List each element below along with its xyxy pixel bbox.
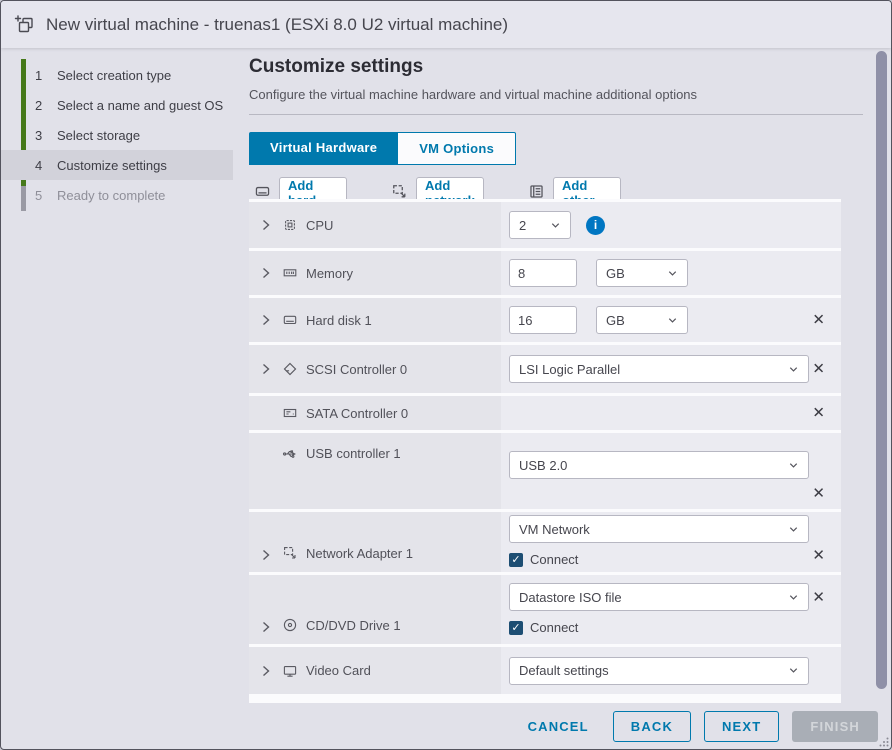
tab-vm-options[interactable]: VM Options — [398, 132, 516, 165]
new-vm-dialog: New virtual machine - truenas1 (ESXi 8.0… — [0, 0, 892, 750]
row-label: SCSI Controller 0 — [306, 362, 407, 377]
row-cd-dvd-drive-1: CD/DVD Drive 1 Datastore ISO file Connec… — [249, 575, 841, 644]
row-label: USB controller 1 — [306, 446, 401, 461]
cd-dvd-icon — [282, 617, 299, 633]
expand-chevron-icon[interactable] — [261, 549, 275, 561]
dialog-titlebar: New virtual machine - truenas1 (ESXi 8.0… — [1, 1, 891, 48]
info-icon[interactable]: i — [586, 216, 605, 235]
chevron-down-icon — [667, 315, 678, 326]
finish-button: FINISH — [792, 711, 878, 742]
vertical-scrollbar-thumb[interactable] — [876, 51, 887, 689]
expand-chevron-icon[interactable] — [261, 665, 275, 677]
virtual-hardware-table: CPU 2 i — [249, 199, 841, 703]
network-adapter-icon — [391, 183, 408, 200]
row-hard-disk-1: Hard disk 1 GB ✕ — [249, 298, 841, 342]
back-button[interactable]: BACK — [613, 711, 691, 742]
expand-chevron-icon[interactable] — [261, 621, 275, 633]
memory-icon — [282, 265, 299, 281]
cpu-icon — [282, 217, 299, 233]
row-video-card: Video Card Default settings — [249, 647, 841, 694]
step-customize-settings[interactable]: 4 Customize settings — [1, 150, 233, 180]
remove-device-icon[interactable]: ✕ — [812, 548, 825, 563]
next-button[interactable]: NEXT — [704, 711, 779, 742]
window-title: New virtual machine - truenas1 (ESXi 8.0… — [46, 15, 508, 35]
row-label: SATA Controller 0 — [306, 406, 408, 421]
row-memory: Memory GB — [249, 251, 841, 295]
row-label: CPU — [306, 218, 333, 233]
step-select-storage[interactable]: 3 Select storage — [1, 120, 239, 150]
chevron-down-icon — [667, 268, 678, 279]
row-label: Memory — [306, 266, 353, 281]
row-sata-controller-0: SATA Controller 0 ✕ — [249, 396, 841, 430]
chevron-down-icon — [788, 592, 799, 603]
row-label: Video Card — [306, 663, 371, 678]
memory-size-input[interactable] — [509, 259, 577, 287]
tab-virtual-hardware[interactable]: Virtual Hardware — [249, 132, 398, 165]
step-select-creation-type[interactable]: 1 Select creation type — [1, 60, 239, 90]
cpu-count-select[interactable]: 2 — [509, 211, 571, 239]
disk-size-input[interactable] — [509, 306, 577, 334]
remove-device-icon[interactable]: ✕ — [812, 590, 825, 605]
step-select-name-guest-os[interactable]: 2 Select a name and guest OS — [1, 90, 239, 120]
network-select[interactable]: VM Network — [509, 515, 809, 543]
chevron-down-icon — [788, 665, 799, 676]
row-label: CD/DVD Drive 1 — [306, 618, 401, 633]
chevron-down-icon — [788, 460, 799, 471]
cd-media-select[interactable]: Datastore ISO file — [509, 583, 809, 611]
row-label: Network Adapter 1 — [306, 546, 413, 561]
chevron-down-icon — [550, 220, 561, 231]
network-adapter-icon — [282, 545, 299, 561]
dialog-footer: CANCEL BACK NEXT FINISH — [1, 703, 891, 749]
settings-tabs: Virtual Hardware VM Options — [249, 132, 516, 165]
expand-chevron-icon[interactable] — [261, 363, 275, 375]
resize-handle-icon[interactable] — [879, 737, 889, 747]
other-device-icon — [528, 183, 545, 200]
memory-unit-select[interactable]: GB — [596, 259, 688, 287]
sata-controller-icon — [282, 405, 299, 421]
connect-checkbox[interactable] — [509, 553, 523, 567]
page-title: Customize settings — [249, 56, 423, 78]
usb-version-select[interactable]: USB 2.0 — [509, 451, 809, 479]
scsi-controller-icon — [282, 361, 299, 377]
remove-device-icon[interactable]: ✕ — [812, 313, 825, 328]
expand-chevron-icon[interactable] — [261, 267, 275, 279]
scsi-controller-select[interactable]: LSI Logic Parallel — [509, 355, 809, 383]
usb-controller-icon — [282, 446, 299, 462]
hard-disk-icon — [282, 312, 299, 328]
wizard-steps-sidebar: 1 Select creation type 2 Select a name a… — [1, 48, 239, 703]
remove-device-icon[interactable]: ✕ — [812, 486, 825, 501]
row-label: Hard disk 1 — [306, 313, 372, 328]
expand-chevron-icon[interactable] — [261, 219, 275, 231]
add-vm-icon — [14, 14, 36, 36]
chevron-down-icon — [788, 524, 799, 535]
chevron-down-icon — [788, 364, 799, 375]
video-card-select[interactable]: Default settings — [509, 657, 809, 685]
cancel-button[interactable]: CANCEL — [528, 719, 589, 734]
expand-chevron-icon[interactable] — [261, 314, 275, 326]
row-scsi-controller-0: SCSI Controller 0 LSI Logic Parallel ✕ — [249, 345, 841, 393]
row-cpu: CPU 2 i — [249, 202, 841, 248]
video-card-icon — [282, 663, 299, 679]
step-ready-to-complete[interactable]: 5 Ready to complete — [1, 180, 239, 210]
remove-device-icon[interactable]: ✕ — [812, 406, 825, 421]
page-subtitle: Configure the virtual machine hardware a… — [249, 87, 697, 102]
row-usb-controller-1: USB controller 1 USB 2.0 ✕ — [249, 433, 841, 509]
remove-device-icon[interactable]: ✕ — [812, 362, 825, 377]
hard-disk-icon — [254, 183, 271, 200]
header-divider — [249, 114, 863, 115]
disk-unit-select[interactable]: GB — [596, 306, 688, 334]
row-network-adapter-1: Network Adapter 1 VM Network Connect ✕ — [249, 512, 841, 572]
connect-checkbox[interactable] — [509, 621, 523, 635]
